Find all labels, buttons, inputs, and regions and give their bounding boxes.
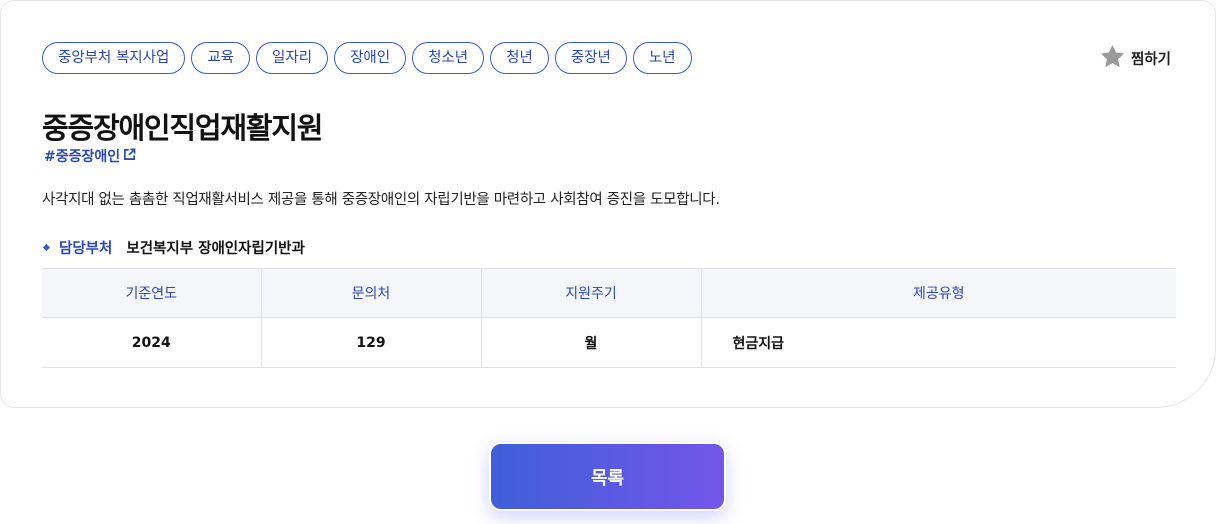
tag-middle-aged[interactable]: 중장년 (554, 42, 627, 74)
favorite-button[interactable]: 찜하기 (1099, 43, 1171, 74)
external-link-icon (123, 148, 136, 165)
tag-jobs[interactable]: 일자리 (256, 42, 329, 74)
header-base-year: 기준연도 (42, 268, 261, 318)
tag-central-welfare[interactable]: 중앙부처 복지사업 (42, 42, 186, 74)
tag-list: 중앙부처 복지사업 교육 일자리 장애인 청소년 청년 중장년 노년 (42, 42, 692, 74)
page-title: 중증장애인직업재활지원 (42, 111, 323, 145)
header-contact: 문의처 (260, 268, 481, 318)
cell-base-year: 2024 (42, 317, 261, 368)
cell-contact: 129 (260, 317, 481, 368)
cell-support-cycle: 월 (480, 317, 701, 368)
hashtag-link[interactable]: #중증장애인 (44, 146, 136, 166)
tag-education[interactable]: 교육 (191, 42, 251, 74)
department-value: 보건복지부 장애인자립기반과 (126, 241, 305, 257)
tag-youth-teen[interactable]: 청소년 (412, 42, 485, 74)
tag-senior[interactable]: 노년 (632, 42, 692, 74)
header-provision-type: 제공유형 (700, 268, 1176, 318)
program-description: 사각지대 없는 촘촘한 직업재활서비스 제공을 통해 중증장애인의 자립기반을 … (42, 192, 720, 208)
table-row: 2024 129 월 현금지급 (42, 317, 1176, 368)
department-label: 담당부처 (59, 241, 113, 257)
program-detail-card: 중앙부처 복지사업 교육 일자리 장애인 청소년 청년 중장년 노년 찜하기 중… (0, 0, 1216, 408)
tag-young-adult[interactable]: 청년 (490, 42, 549, 74)
favorite-label: 찜하기 (1130, 52, 1171, 68)
cell-provision-type: 현금지급 (700, 317, 1176, 368)
hashtag-text: #중증장애인 (44, 149, 121, 165)
header-support-cycle: 지원주기 (480, 268, 701, 318)
star-icon (1099, 43, 1126, 74)
department-row: 담당부처 보건복지부 장애인자립기반과 (42, 237, 305, 258)
program-info-table: 기준연도 문의처 지원주기 제공유형 2024 129 월 현금지급 (42, 268, 1176, 368)
table-header-row: 기준연도 문의처 지원주기 제공유형 (42, 268, 1176, 318)
list-button[interactable]: 목록 (489, 442, 726, 511)
bullet-icon (42, 243, 51, 252)
tag-disabled[interactable]: 장애인 (334, 42, 407, 74)
